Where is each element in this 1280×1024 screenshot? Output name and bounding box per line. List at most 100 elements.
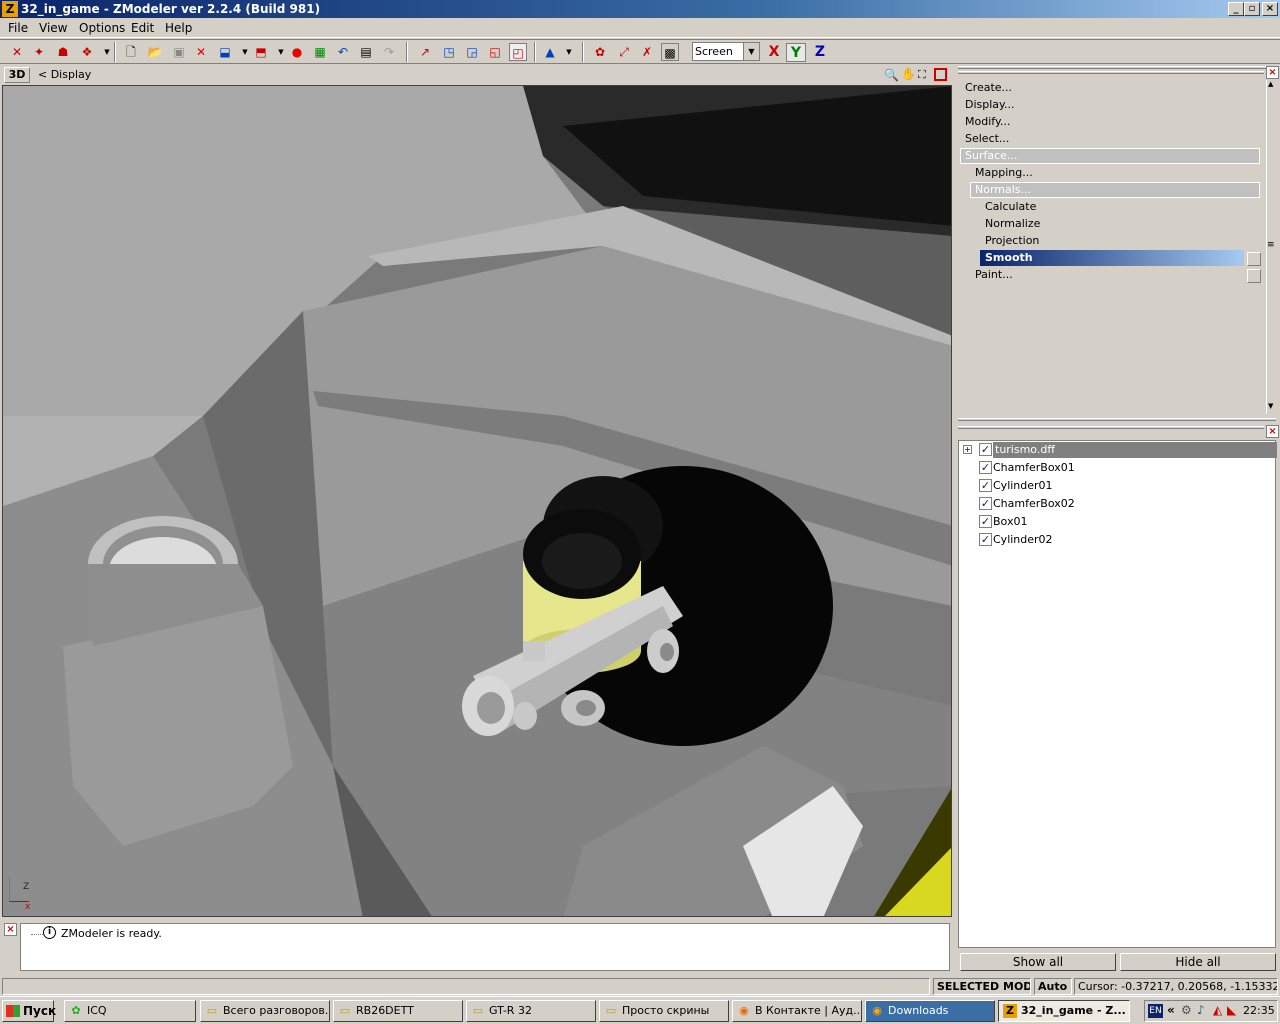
select-icon[interactable]: ✕ (8, 43, 26, 61)
start-button[interactable]: Пуск (2, 1000, 56, 1022)
grid-icon[interactable]: ▩ (661, 43, 679, 61)
tray-app-icon[interactable]: ◣ (1227, 1003, 1236, 1017)
close-button[interactable]: × (1262, 2, 1278, 16)
render-icon[interactable]: ▦ (311, 43, 329, 61)
new-file-icon[interactable]: 🗋 (122, 43, 140, 61)
task-chat[interactable]: ▭ Всего разговоров... (200, 1000, 330, 1022)
cursor-tool-icon[interactable]: ❖ (78, 43, 96, 61)
cmd-smooth[interactable]: Smooth (980, 250, 1244, 266)
fit-view-icon[interactable]: ⛶ (918, 68, 926, 82)
menu-edit[interactable]: Edit (131, 21, 154, 35)
tree-root-item[interactable]: turismo.dff (993, 442, 1277, 458)
pan-hand-icon[interactable]: ✋ (901, 67, 916, 81)
open-folder-icon[interactable]: 📂 (146, 43, 164, 61)
cmd-select[interactable]: Select... (965, 132, 1009, 145)
cube-mode-icon[interactable]: ◳ (440, 43, 458, 61)
item-checkbox[interactable]: ✓ (979, 479, 992, 492)
figure-icon[interactable]: ☗ (54, 43, 72, 61)
viewport-mode-button[interactable]: 3D (4, 67, 30, 83)
expand-icon[interactable]: + (963, 445, 972, 454)
speaker-icon[interactable]: ♪ (1197, 1003, 1205, 1017)
icq-flower-icon: ✿ (71, 1004, 81, 1017)
command-panel-close-icon[interactable]: × (1266, 66, 1279, 79)
record-icon[interactable]: ● (288, 43, 306, 61)
cmd-display[interactable]: Display... (965, 98, 1014, 111)
maximize-viewport-icon[interactable] (934, 68, 947, 81)
command-scrollbar[interactable]: ▲ ≡ ▼ (1266, 80, 1278, 414)
import-icon[interactable]: ⬓ (216, 43, 234, 61)
task-icq[interactable]: ✿ ICQ (64, 1000, 196, 1022)
viewport-title[interactable]: < Display (38, 68, 91, 81)
tree-item[interactable]: ChamferBox01 (993, 461, 1075, 474)
axis-z-toggle[interactable]: Z (810, 43, 830, 62)
hide-all-button[interactable]: Hide all (1120, 953, 1276, 971)
cmd-create[interactable]: Create... (965, 81, 1012, 94)
move-icon[interactable]: ⤢ (615, 43, 633, 61)
chevron-down-icon[interactable]: ▼ (560, 43, 578, 61)
menu-view[interactable]: View (39, 21, 67, 35)
network-icon[interactable]: ⚙ (1181, 1003, 1192, 1017)
save-icon[interactable]: ▣ (170, 43, 188, 61)
smooth-options-button[interactable] (1247, 252, 1261, 266)
menu-help[interactable]: Help (165, 21, 192, 35)
scroll-thumb[interactable]: ≡ (1267, 240, 1275, 250)
cmd-projection[interactable]: Projection (985, 234, 1039, 247)
cmd-mapping[interactable]: Mapping... (975, 166, 1033, 179)
task-gtr32[interactable]: ▭ GT-R 32 (466, 1000, 596, 1022)
export-icon[interactable]: ⬒ (252, 43, 270, 61)
show-all-button[interactable]: Show all (960, 953, 1116, 971)
task-screens[interactable]: ▭ Просто скрины (599, 1000, 729, 1022)
axis-gizmo-icon[interactable]: ▲ (541, 43, 559, 61)
tree-item[interactable]: ChamferBox02 (993, 497, 1075, 510)
task-zmodeler[interactable]: Z 32_in_game - Z... (998, 1000, 1130, 1022)
tray-expand-icon[interactable]: « (1167, 1003, 1175, 1017)
task-vkontakte[interactable]: ◉ В Контакте | Ауд... (732, 1000, 862, 1022)
zoom-icon[interactable]: 🔍 (884, 68, 899, 82)
3d-viewport[interactable]: Z x (2, 85, 952, 917)
scroll-up-icon[interactable]: ▲ (1268, 80, 1273, 88)
undo-icon[interactable]: ↶ (334, 43, 352, 61)
cmd-surface[interactable]: Surface... (960, 148, 1260, 164)
axis-y-toggle[interactable]: Y (786, 43, 806, 62)
cmd-normals[interactable]: Normals... (970, 182, 1260, 198)
scroll-down-icon[interactable]: ▼ (1268, 402, 1273, 410)
task-downloads[interactable]: ◉ Downloads (865, 1000, 995, 1022)
paint-options-button[interactable] (1247, 269, 1261, 283)
log-close-icon[interactable]: × (4, 923, 17, 936)
cmd-calculate[interactable]: Calculate (985, 200, 1036, 213)
redo-icon[interactable]: ↷ (380, 43, 398, 61)
windows-logo-icon (6, 1005, 20, 1017)
task-rb26dett[interactable]: ▭ RB26DETT (333, 1000, 463, 1022)
cube-edge-icon[interactable]: ◱ (486, 43, 504, 61)
tree-panel-close-icon[interactable]: × (1266, 425, 1279, 438)
cmd-modify[interactable]: Modify... (965, 115, 1010, 128)
delete-icon[interactable]: ✕ (192, 43, 210, 61)
vertex-mode-icon[interactable]: ↗ (416, 43, 434, 61)
chevron-down-icon[interactable]: ▼ (743, 43, 759, 60)
cube-face-icon[interactable]: ◲ (463, 43, 481, 61)
root-checkbox[interactable]: ✓ (979, 443, 992, 456)
minimize-button[interactable]: _ (1228, 2, 1244, 16)
item-checkbox[interactable]: ✓ (979, 515, 992, 528)
coordinate-system-select[interactable]: Screen ▼ (692, 42, 760, 61)
notes-icon[interactable]: ▤ (357, 43, 375, 61)
maximize-button[interactable]: ▫ (1244, 2, 1260, 16)
antivirus-icon[interactable]: ◭ (1213, 1003, 1222, 1017)
menu-file[interactable]: File (8, 21, 28, 35)
item-checkbox[interactable]: ✓ (979, 497, 992, 510)
cube-object-icon[interactable]: ◰ (509, 43, 527, 61)
tree-item[interactable]: Cylinder01 (993, 479, 1053, 492)
item-checkbox[interactable]: ✓ (979, 461, 992, 474)
tree-item[interactable]: Box01 (993, 515, 1027, 528)
axis-x-toggle[interactable]: X (764, 43, 784, 62)
item-checkbox[interactable]: ✓ (979, 533, 992, 546)
pivot-icon[interactable]: ✦ (30, 43, 48, 61)
tree-item[interactable]: Cylinder02 (993, 533, 1053, 546)
cmd-normalize[interactable]: Normalize (985, 217, 1040, 230)
status-auto[interactable]: Auto (1034, 978, 1072, 995)
link-icon[interactable]: ✿ (591, 43, 609, 61)
cmd-paint[interactable]: Paint... (975, 268, 1013, 281)
rotate-icon[interactable]: ✗ (638, 43, 656, 61)
language-indicator[interactable]: EN (1148, 1004, 1163, 1018)
menu-options[interactable]: Options (79, 21, 125, 35)
